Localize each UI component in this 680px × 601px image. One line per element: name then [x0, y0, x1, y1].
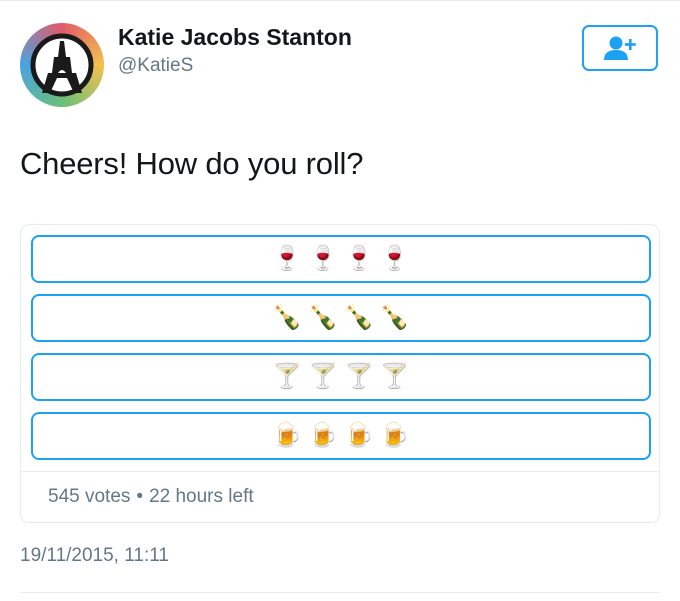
poll-meta: 545 votes • 22 hours left — [48, 486, 254, 508]
poll-votes: 545 votes — [48, 486, 131, 507]
top-divider — [0, 0, 680, 1]
avatar[interactable] — [20, 23, 104, 107]
poll-divider — [21, 471, 659, 472]
tweet-timestamp[interactable]: 19/11/2015, 11:11 — [20, 545, 169, 567]
poll-separator: • — [136, 486, 144, 507]
tweet-text: Cheers! How do you roll? — [20, 146, 364, 181]
poll-option-label: 🍺🍺🍺🍺 — [272, 422, 416, 449]
eiffel-peace-icon — [30, 33, 94, 97]
poll-option-label: 🍷🍷🍷🍷 — [272, 245, 416, 272]
poll-option-label: 🍾🍾🍾🍾 — [272, 304, 416, 331]
bottom-divider — [20, 592, 660, 593]
follow-button[interactable] — [582, 25, 658, 71]
poll-time-left: 22 hours left — [149, 486, 254, 507]
add-user-icon — [604, 36, 636, 60]
poll-card: 🍷🍷🍷🍷 🍾🍾🍾🍾 🍸🍸🍸🍸 🍺🍺🍺🍺 545 votes • 22 hours l… — [20, 224, 660, 523]
poll-option-wine[interactable]: 🍷🍷🍷🍷 — [31, 235, 651, 283]
poll-option-cocktail[interactable]: 🍸🍸🍸🍸 — [31, 353, 651, 401]
author-name[interactable]: Katie Jacobs Stanton — [118, 24, 352, 51]
poll-option-label: 🍸🍸🍸🍸 — [272, 363, 416, 390]
poll-option-champagne[interactable]: 🍾🍾🍾🍾 — [31, 294, 651, 342]
poll-option-beer[interactable]: 🍺🍺🍺🍺 — [31, 412, 651, 460]
author-handle[interactable]: @KatieS — [118, 55, 193, 77]
